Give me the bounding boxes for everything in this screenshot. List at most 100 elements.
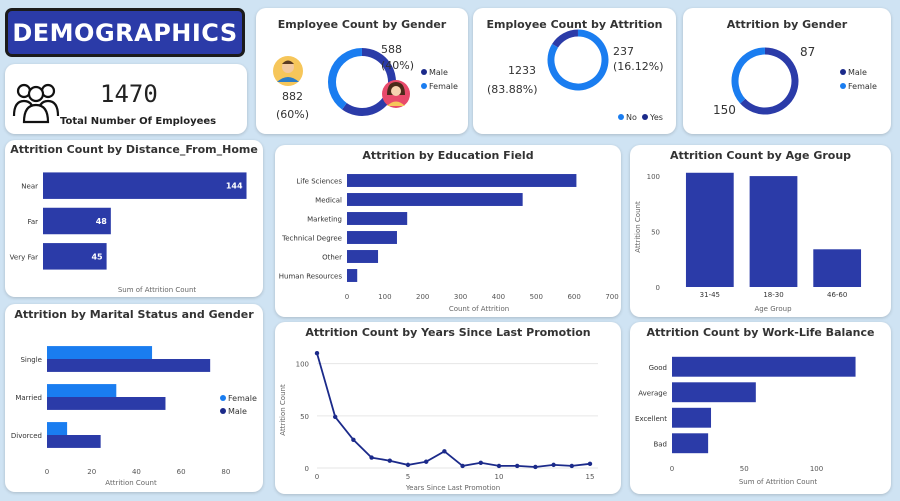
tick-label: 100 — [810, 465, 823, 473]
category-label: Far — [27, 218, 38, 226]
axis-label: Count of Attrition — [449, 305, 509, 313]
donut-slice-yes — [552, 29, 579, 48]
attrition-gender-donut-card: Attrition by Gender 87 150 Male Female — [683, 8, 891, 134]
data-point — [369, 455, 374, 460]
tick-label: 40 — [132, 468, 141, 476]
legend-label: Male — [228, 407, 247, 416]
dashboard-title: DEMOGRAPHICS — [5, 8, 245, 57]
distance-bar-chart: Near 144 Far 48 Very Far 45 Sum of Attrition C… — [10, 172, 247, 294]
legend-marker — [840, 83, 846, 89]
series-line — [316, 352, 591, 468]
category-label: 46-60 — [827, 291, 847, 299]
legend-label: Male — [848, 68, 867, 77]
axis-label: Age Group — [754, 305, 792, 313]
bar — [672, 356, 856, 377]
legend-marker — [421, 69, 427, 75]
tick-label: 100 — [378, 293, 391, 301]
slice-value-label: 87 — [800, 45, 815, 59]
tick-label: 0 — [315, 473, 319, 481]
legend-marker — [421, 83, 427, 89]
donut-slice-female — [328, 48, 363, 110]
category-label: 31-45 — [700, 291, 720, 299]
legend-label: Female — [228, 394, 257, 403]
bar — [347, 193, 523, 206]
data-point — [333, 414, 338, 420]
data-point — [587, 461, 593, 467]
attrition-donut-chart: 237 (16.12%) 1233 (83.88%) No Yes — [487, 29, 664, 122]
data-point — [460, 463, 465, 469]
bar — [347, 231, 397, 244]
category-label: Other — [322, 254, 342, 262]
data-point — [405, 462, 411, 468]
donut-slice-female — [731, 47, 766, 104]
worklife-bar-chart: Good Average Excellent Bad 0 50 100 Sum of Attr… — [635, 356, 856, 486]
tick-label: 50 — [300, 413, 309, 421]
legend-marker — [618, 114, 624, 120]
tick-label: 0 — [305, 465, 309, 473]
bar — [347, 212, 408, 225]
tick-label: 0 — [45, 468, 49, 476]
data-point — [424, 459, 429, 464]
tick-label: 5 — [406, 473, 410, 481]
data-point — [569, 463, 574, 469]
bar — [347, 174, 577, 187]
tick-label: 300 — [454, 293, 467, 301]
axis-label: Sum of Attrition Count — [739, 478, 818, 486]
data-point — [515, 463, 520, 469]
legend-marker — [642, 114, 648, 120]
axis-label: Attrition Count — [634, 201, 642, 253]
tick-label: 500 — [530, 293, 543, 301]
tick-label: 0 — [670, 465, 674, 473]
data-label: 144 — [226, 182, 243, 191]
axis-label: Years Since Last Promotion — [405, 484, 500, 492]
category-label: Technical Degree — [281, 235, 342, 243]
category-label: Divorced — [11, 432, 42, 440]
category-label: Excellent — [635, 415, 667, 423]
gender-donut-card: Employee Count by Gender 588 (40%) 882 (60%… — [256, 8, 468, 134]
category-label: Very Far — [10, 253, 38, 261]
category-label: Bad — [653, 440, 667, 448]
promotion-line-chart: 0 50 100 0 5 10 15 Years Since Last Promotion At… — [279, 351, 598, 492]
legend-label: Male — [429, 68, 448, 77]
kpi-value: 1470 — [100, 80, 158, 108]
tick-label: 100 — [647, 173, 660, 181]
category-label: Married — [15, 394, 42, 402]
age-bar-chart: 31-45 18-30 46-60 0 50 100 Age Group Attrition … — [634, 172, 862, 313]
slice-pct-label: (16.12%) — [613, 60, 664, 73]
marital-bar-chart: Single Married Divorced 0 20 40 60 80 Attrition … — [11, 346, 257, 487]
category-label: Marketing — [307, 216, 342, 224]
tick-label: 20 — [87, 468, 96, 476]
legend-label: Female — [429, 82, 458, 91]
tick-label: 50 — [651, 229, 660, 237]
category-label: Average — [638, 389, 667, 397]
slice-value-label: 882 — [282, 90, 303, 103]
data-label: 45 — [91, 252, 103, 261]
axis-label: Sum of Attrition Count — [118, 286, 197, 294]
kpi-label: Total Number Of Employees — [60, 116, 217, 127]
tick-label: 60 — [177, 468, 186, 476]
slice-value-label: 150 — [713, 103, 736, 117]
distance-chart-card: Attrition Count by Distance_From_Home Ne… — [5, 140, 263, 297]
legend-label: No — [626, 113, 637, 122]
donut-slice-male — [740, 47, 799, 115]
tick-label: 600 — [567, 293, 580, 301]
tick-label: 10 — [495, 473, 504, 481]
bar — [672, 433, 709, 454]
marital-chart-card: Attrition by Marital Status and Gender S… — [5, 304, 263, 492]
attrition-donut-card: Employee Count by Attrition 237 (16.12%) 1… — [473, 8, 676, 134]
tick-label: 15 — [586, 473, 595, 481]
tick-label: 400 — [492, 293, 505, 301]
data-point — [533, 464, 538, 470]
bar-female — [47, 346, 153, 359]
tick-label: 0 — [656, 284, 660, 292]
legend-label: Yes — [649, 113, 663, 122]
education-chart-card: Attrition by Education Field Life Scienc… — [275, 145, 621, 317]
total-employees-card: 1470 Total Number Of Employees — [5, 64, 247, 134]
female-avatar-icon — [382, 80, 410, 108]
legend-marker — [220, 395, 226, 401]
category-label: Good — [649, 364, 667, 372]
bar-female — [47, 422, 68, 435]
bar — [813, 249, 862, 287]
bar-male — [47, 397, 166, 410]
data-point — [442, 449, 447, 454]
